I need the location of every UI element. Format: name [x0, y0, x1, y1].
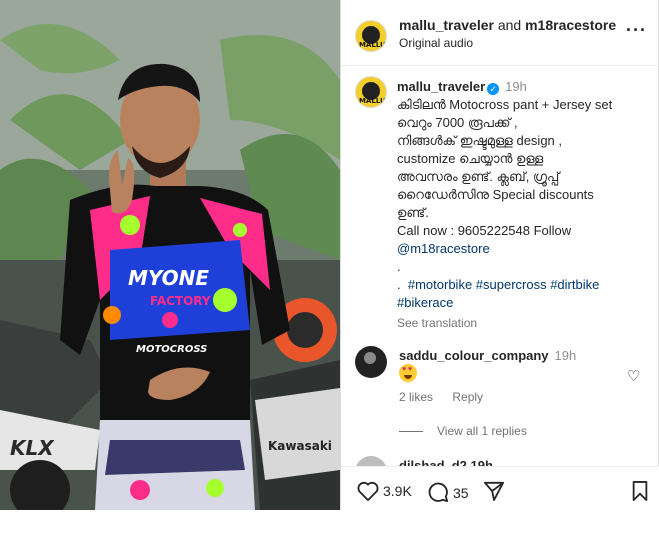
caption-mention-link[interactable]: @m18racestore [397, 240, 655, 258]
heart-eyes-emoji-icon [399, 364, 417, 382]
comment-timestamp[interactable]: 19h [555, 348, 577, 363]
caption-username-link[interactable]: mallu_traveler [397, 79, 485, 94]
post-authors: mallu_traveler and m18racestore [399, 17, 616, 33]
post-header: MALLU mallu_traveler and m18racestore Or… [341, 0, 659, 66]
bookmark-icon [632, 481, 648, 501]
author-username-link[interactable]: mallu_traveler [399, 17, 494, 33]
jersey-chest-text: MOTOCROSS [136, 344, 207, 355]
more-options-icon[interactable]: ··· [626, 21, 647, 39]
bike-right-logo: Kawasaki [268, 439, 332, 453]
share-button[interactable] [483, 481, 509, 501]
caption-dot: . [397, 259, 401, 274]
verified-badge-icon: ✓ [487, 83, 500, 95]
like-button[interactable]: 3.9K [357, 481, 412, 501]
post-modal: KLX Kawasaki MYONE FACTORY MOTOCROSS MAL… [0, 0, 659, 510]
authors-and-text: and [497, 17, 522, 33]
commenter-username-link[interactable]: saddu_colour_company [399, 348, 549, 363]
replies-divider [399, 431, 423, 433]
comment-reply-button[interactable]: Reply [452, 390, 483, 404]
heart-icon [357, 481, 379, 501]
comments-count: 35 [453, 485, 469, 501]
caption-timestamp[interactable]: 19h [505, 79, 527, 94]
post-actions-bar: 3.9K 35 [341, 466, 659, 510]
jersey-factory-text: FACTORY [150, 294, 211, 308]
view-replies-button[interactable]: View all 1 replies [399, 424, 527, 438]
jersey-brand-text: MYONE [128, 266, 209, 290]
view-replies-label: View all 1 replies [437, 424, 527, 438]
comment-bubble-icon [428, 482, 449, 503]
bike-left-logo: KLX [10, 436, 55, 460]
post-video[interactable]: KLX Kawasaki MYONE FACTORY MOTOCROSS [0, 0, 340, 510]
next-commenter-avatar[interactable] [355, 456, 387, 466]
commenter-avatar[interactable] [355, 346, 387, 378]
audio-link[interactable]: Original audio [399, 36, 473, 50]
next-commenter-username[interactable]: dilshad_d2 19h [399, 458, 493, 466]
caption-call-line: Call now : 9605222548 Follow [397, 223, 572, 238]
caption-dot-2: . [397, 277, 401, 292]
comment-like-heart-icon[interactable]: ♡ [627, 367, 640, 385]
next-comment-item: dilshad_d2 19h [355, 456, 655, 466]
caption-text: കിടിലൻ Motocross pant + Jersey set വെറും… [397, 97, 613, 220]
comment-likes-count[interactable]: 2 likes [399, 390, 433, 404]
post-details-pane: MALLU mallu_traveler and m18racestore Or… [340, 0, 659, 510]
likes-count: 3.9K [383, 483, 412, 499]
save-button[interactable] [631, 481, 649, 506]
see-translation-button[interactable]: See translation [397, 314, 655, 332]
author-avatar[interactable]: MALLU [355, 20, 387, 52]
comment-button[interactable]: 35 [427, 481, 469, 503]
caption-author-avatar[interactable]: MALLU [355, 76, 387, 108]
share-paper-plane-icon [483, 481, 504, 501]
caption-hashtags-links[interactable]: #motorbike #supercross #dirtbike #bikera… [397, 277, 599, 310]
video-frame-image: KLX Kawasaki MYONE FACTORY MOTOCROSS [0, 0, 340, 510]
collaborator-username-link[interactable]: m18racestore [525, 17, 616, 33]
